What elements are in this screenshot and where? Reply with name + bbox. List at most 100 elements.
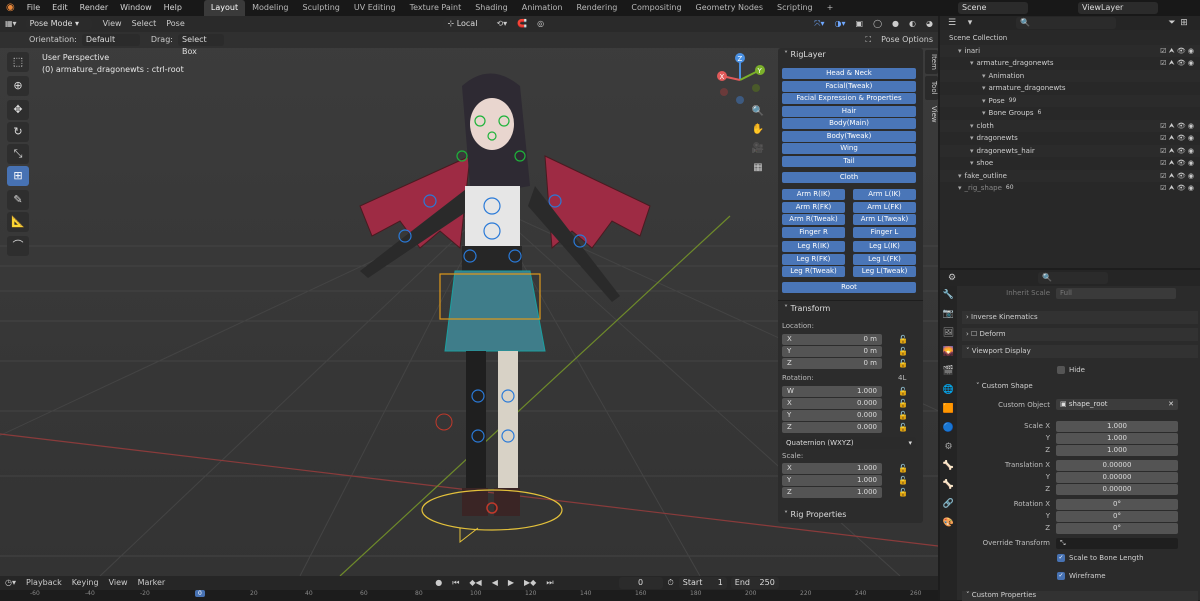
move-tool[interactable]: ✥ bbox=[7, 100, 29, 120]
outliner-row[interactable]: ▾ dragonewts ☑ ⮝ 👁 ◉ bbox=[940, 132, 1200, 145]
rig-cloth-button[interactable]: Cloth bbox=[782, 171, 916, 183]
rig-body-main-button[interactable]: Body(Main) bbox=[782, 118, 916, 129]
rotation-y-prop-field[interactable]: 0° bbox=[1056, 510, 1178, 522]
rotation-z-field[interactable]: Z 0.000 bbox=[782, 422, 882, 433]
pivot-icon[interactable]: ⟲▾ bbox=[491, 16, 512, 32]
rig-arm-r-ik-button[interactable]: Arm R(IK) bbox=[782, 189, 845, 200]
tab-tool[interactable]: Tool bbox=[925, 76, 938, 100]
properties-search-input[interactable]: 🔍 bbox=[1038, 272, 1108, 284]
shading-material-icon[interactable]: ◐ bbox=[904, 16, 921, 32]
rotation-x-prop-field[interactable]: 0° bbox=[1056, 498, 1178, 510]
outliner-row[interactable]: ▾ fake_outline ☑ ⮝ 👁 ◉ bbox=[940, 169, 1200, 183]
scale-to-bone-length-checkbox[interactable]: ✓ bbox=[1057, 554, 1065, 562]
expand-arrow-icon[interactable]: ▾ bbox=[970, 145, 974, 158]
frame-ruler[interactable]: -60 -40 -20 0 20 40 60 80 100 120 140 160 180 200 220 2… bbox=[0, 590, 938, 600]
rig-arm-l-ik-button[interactable]: Arm L(IK) bbox=[853, 189, 916, 200]
clear-icon[interactable]: ✕ bbox=[1168, 399, 1178, 410]
transform-header[interactable]: ˅ Transform bbox=[778, 302, 830, 316]
clock-icon[interactable]: ⏱ bbox=[663, 575, 679, 591]
rig-head-neck-button[interactable]: Head & Neck bbox=[782, 68, 916, 79]
wireframe-checkbox[interactable]: ✓ bbox=[1057, 572, 1065, 580]
grid-view-icon[interactable]: ▦ bbox=[751, 162, 765, 176]
properties-editor-icon[interactable]: ⚙ bbox=[946, 272, 958, 284]
ik-section-header[interactable]: › Inverse Kinematics bbox=[962, 311, 1198, 324]
tab-texture-paint[interactable]: Texture Paint bbox=[403, 0, 469, 16]
translation-y-field[interactable]: 0.00000 bbox=[1056, 471, 1178, 483]
drag-dropdown[interactable]: Select Box bbox=[177, 34, 224, 56]
menu-file[interactable]: File bbox=[21, 0, 46, 16]
scale-tool[interactable]: ⤡ bbox=[7, 144, 29, 164]
visibility-toggle-icons[interactable]: ☑ ⮝ 👁 ◉ bbox=[1160, 182, 1194, 195]
rotation-mode-dropdown[interactable]: Quaternion (WXYZ) ▾ bbox=[782, 437, 916, 449]
outliner-row[interactable]: ▾ Animation bbox=[940, 69, 1200, 83]
visibility-toggle-icons[interactable]: ☑ ⮝ 👁 ◉ bbox=[1160, 170, 1194, 183]
visibility-toggle-icons[interactable]: ☑ ⮝ 👁 ◉ bbox=[1160, 120, 1194, 133]
rotation-z-prop-field[interactable]: 0° bbox=[1056, 522, 1178, 534]
location-z-field[interactable]: Z 0 m bbox=[782, 358, 882, 369]
tab-geometry-nodes[interactable]: Geometry Nodes bbox=[689, 0, 770, 16]
pose-options-button[interactable]: Pose Options bbox=[876, 32, 938, 48]
custom-shape-header[interactable]: ˅ Custom Shape bbox=[962, 382, 1198, 394]
tab-animation[interactable]: Animation bbox=[515, 0, 570, 16]
expand-arrow-icon[interactable]: ▾ bbox=[982, 82, 986, 95]
relax-tool[interactable]: ⌒ bbox=[7, 236, 29, 256]
rig-leg-l-fk-button[interactable]: Leg L(FK) bbox=[853, 253, 916, 265]
add-workspace-icon[interactable]: + bbox=[820, 0, 841, 16]
camera-icon[interactable]: 🎥 bbox=[751, 143, 765, 157]
rig-finger-l-button[interactable]: Finger L bbox=[853, 226, 916, 238]
jump-end-icon[interactable]: ⏭ bbox=[541, 575, 558, 591]
outliner-row[interactable]: ▾ inari ☑ ⮝ 👁 ◉ bbox=[940, 44, 1200, 58]
timeline-view-menu[interactable]: View bbox=[104, 575, 133, 591]
outliner-row[interactable]: ▾ Pose 99 bbox=[940, 94, 1200, 108]
properties-tab-icons[interactable]: 🔧 📷 🖼 🌄 🎬 🌐 🟧 🔵 ⚙ 🦴 🦴 🔗 🎨 bbox=[940, 286, 957, 533]
next-key-icon[interactable]: ▶◆ bbox=[519, 575, 541, 591]
outliner-row[interactable]: ▾ cloth ☑ ⮝ 👁 ◉ bbox=[940, 119, 1200, 133]
snap-icon[interactable]: 🧲 bbox=[512, 16, 532, 32]
expand-arrow-icon[interactable]: ▾ bbox=[970, 120, 974, 133]
tab-item[interactable]: Item bbox=[925, 50, 938, 74]
rig-arm-r-tweak-button[interactable]: Arm R(Tweak) bbox=[782, 214, 845, 225]
outliner-filter-icon[interactable]: ⏷ bbox=[1166, 17, 1178, 29]
menu-help[interactable]: Help bbox=[158, 0, 188, 16]
prev-key-icon[interactable]: ◆◀ bbox=[464, 575, 486, 591]
tab-layout[interactable]: Layout bbox=[203, 0, 246, 16]
visibility-toggle-icons[interactable]: ☑ ⮝ 👁 ◉ bbox=[1160, 132, 1194, 145]
visibility-toggle-icons[interactable]: ☑ ⮝ 👁 ◉ bbox=[1160, 45, 1194, 58]
outliner-row[interactable]: Scene Collection bbox=[940, 32, 1200, 45]
custom-object-field[interactable]: ▣ shape_root ✕ bbox=[1056, 399, 1178, 410]
rig-arm-l-fk-button[interactable]: Arm L(FK) bbox=[853, 201, 916, 213]
measure-tool[interactable]: 📐 bbox=[7, 212, 29, 232]
scale-x-field[interactable]: X 1.000 bbox=[782, 463, 882, 474]
rig-facial-expression-button[interactable]: Facial Expression & Properties bbox=[782, 93, 916, 104]
mode-selector[interactable]: Pose Mode ▾ bbox=[25, 18, 92, 30]
rotation-x-field[interactable]: X 0.000 bbox=[782, 398, 882, 409]
hide-checkbox[interactable] bbox=[1057, 366, 1065, 374]
rotation-y-field[interactable]: Y 0.000 bbox=[782, 410, 882, 421]
expand-arrow-icon[interactable]: ▾ bbox=[958, 182, 962, 195]
navigation-gizmo[interactable]: Z Y X bbox=[712, 52, 768, 108]
shading-rendered-icon[interactable]: ◕ bbox=[921, 16, 938, 32]
play-icon[interactable]: ▶ bbox=[503, 575, 519, 591]
rig-arm-l-tweak-button[interactable]: Arm L(Tweak) bbox=[853, 214, 916, 225]
rig-arm-r-fk-button[interactable]: Arm R(FK) bbox=[782, 201, 845, 213]
scale-y-field[interactable]: Y 1.000 bbox=[782, 475, 882, 486]
cursor-tool[interactable]: ⊕ bbox=[7, 76, 29, 96]
outliner-row[interactable]: ▾ dragonewts_hair ☑ ⮝ 👁 ◉ bbox=[940, 144, 1200, 158]
expand-arrow-icon[interactable]: ▾ bbox=[982, 70, 986, 83]
editor-type-icon[interactable]: ▦▾ bbox=[0, 16, 22, 32]
outliner-row[interactable]: ▾ armature_dragonewts ☑ ⮝ 👁 ◉ bbox=[940, 57, 1200, 70]
transform-orientation-selector[interactable]: ⊹ Local bbox=[443, 18, 492, 30]
tab-view[interactable]: View bbox=[925, 102, 938, 126]
proportional-icon[interactable]: ◎ bbox=[532, 16, 549, 32]
scale-y-prop-field[interactable]: 1.000 bbox=[1056, 432, 1178, 444]
tab-rendering[interactable]: Rendering bbox=[570, 0, 625, 16]
start-frame-field[interactable]: Start 1 bbox=[678, 577, 727, 589]
expand-arrow-icon[interactable]: ▾ bbox=[982, 95, 986, 108]
location-y-field[interactable]: Y 0 m bbox=[782, 346, 882, 357]
expand-arrow-icon[interactable]: ▾ bbox=[982, 107, 986, 120]
tab-modeling[interactable]: Modeling bbox=[245, 0, 295, 16]
scale-lock-icons[interactable]: 🔓 🔓 🔓 bbox=[898, 463, 908, 499]
current-frame-field[interactable]: 0 bbox=[618, 577, 663, 589]
tab-sculpting[interactable]: Sculpting bbox=[296, 0, 347, 16]
menu-render[interactable]: Render bbox=[74, 0, 114, 16]
